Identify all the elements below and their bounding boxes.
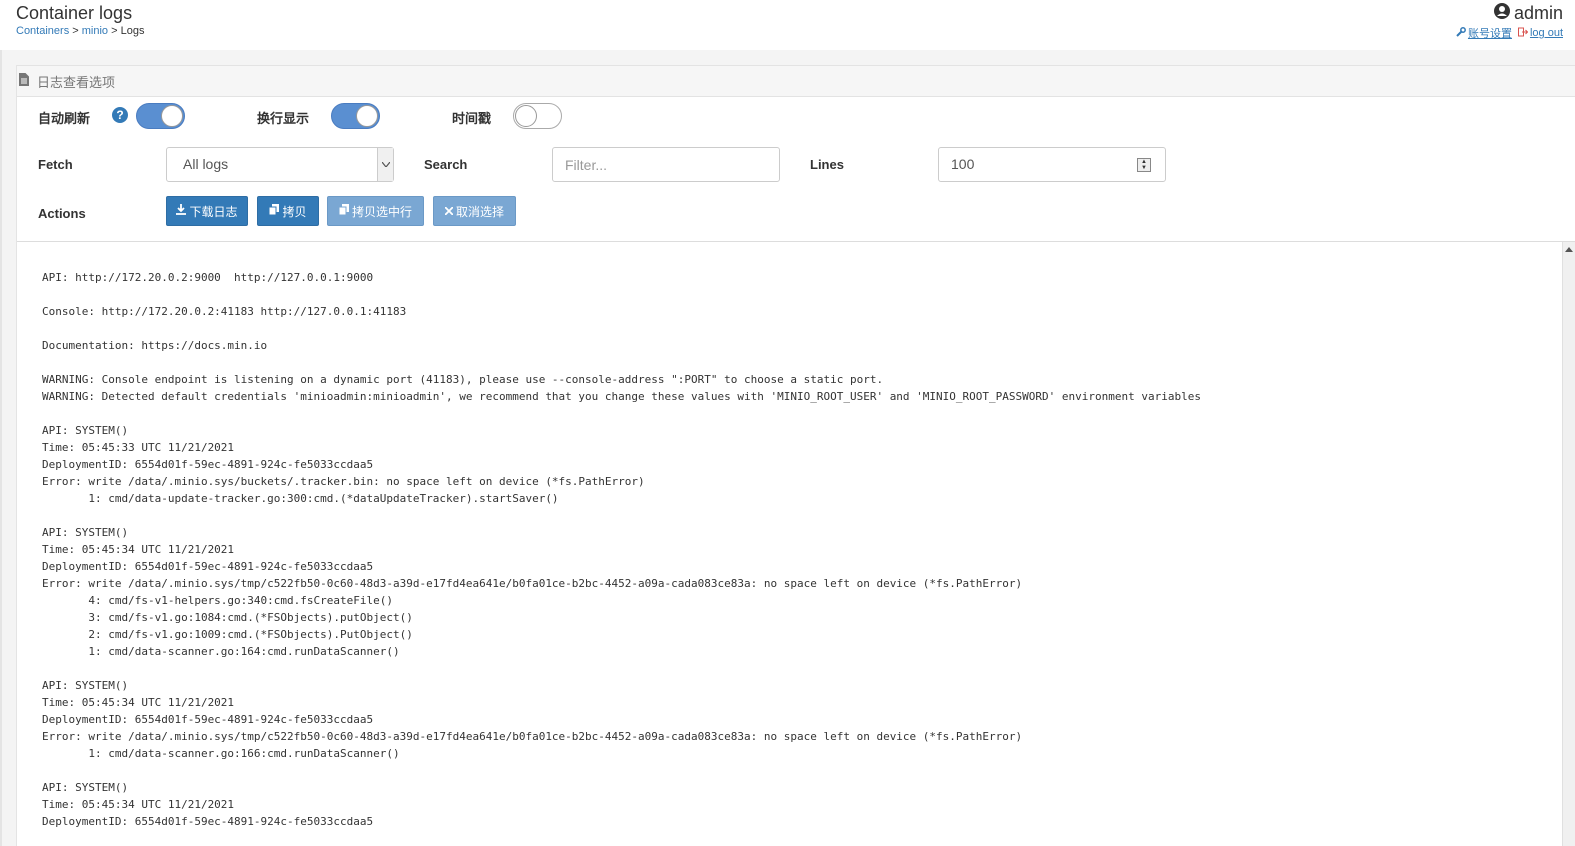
logout-link[interactable]: log out [1517,25,1563,41]
timestamp-toggle[interactable] [513,103,562,129]
account-settings-label: 账号设置 [1467,28,1512,40]
log-line[interactable]: DeploymentID: 6554d01f-59ec-4891-924c-fe… [42,558,1555,575]
toggle-knob [515,105,537,127]
log-line[interactable]: 1: cmd/data-update-tracker.go:300:cmd.(*… [42,490,1555,507]
log-line[interactable] [42,507,1555,524]
spinner-down-icon[interactable]: ▼ [1141,165,1147,171]
number-spinner[interactable]: ▲ ▼ [1137,158,1151,172]
lines-value: 100 [951,156,975,172]
user-name: admin [1513,3,1563,23]
download-logs-button[interactable]: 下载日志 [166,196,248,226]
log-line[interactable]: DeploymentID: 6554d01f-59ec-4891-924c-fe… [42,456,1555,473]
log-line[interactable]: 4: cmd/fs-v1-helpers.go:340:cmd.fsCreate… [42,592,1555,609]
toggle-knob [161,105,183,127]
deselect-button[interactable]: 取消选择 [433,196,516,226]
auto-refresh-label: 自动刷新 [38,111,91,126]
log-line[interactable]: Documentation: https://docs.min.io [42,337,1555,354]
lines-label: Lines [810,157,844,172]
file-icon [19,73,29,89]
log-line[interactable]: Time: 05:45:34 UTC 11/21/2021 [42,694,1555,711]
copy-selected-label: 拷贝选中行 [351,204,412,219]
user-links: 账号设置 log out [1456,25,1563,41]
log-line[interactable]: Error: write /data/.minio.sys/tmp/c522fb… [42,728,1555,745]
user-menu: admin [1493,3,1563,24]
log-line[interactable]: Error: write /data/.minio.sys/buckets/.t… [42,473,1555,490]
log-line[interactable]: Error: write /data/.minio.sys/tmp/c522fb… [42,575,1555,592]
timestamp-label: 时间戳 [452,111,492,126]
log-line[interactable]: API: SYSTEM() [42,677,1555,694]
log-line[interactable] [42,320,1555,337]
log-line[interactable] [42,762,1555,779]
wrench-icon [1456,26,1466,40]
fetch-select-value: All logs [183,156,229,172]
copy-label: 拷贝 [282,204,307,219]
log-line[interactable]: WARNING: Detected default credentials 'm… [42,388,1555,405]
breadcrumb-minio-link[interactable]: minio [82,25,108,37]
log-options-widget: 日志查看选项 自动刷新 ? 换行显示 时间戳 Fetch All logs Se… [16,65,1575,846]
actions-label: Actions [38,206,86,221]
auto-refresh-toggle[interactable] [136,103,185,129]
breadcrumb-containers-link[interactable]: Containers [16,25,69,37]
toggle-knob [356,105,378,127]
log-line[interactable]: API: SYSTEM() [42,779,1555,796]
breadcrumb-separator: > [108,25,121,37]
log-line[interactable]: Time: 05:45:33 UTC 11/21/2021 [42,439,1555,456]
logout-label: log out [1529,27,1563,39]
log-line[interactable]: API: SYSTEM() [42,524,1555,541]
log-output[interactable]: API: http://172.20.0.2:9000 http://127.0… [17,242,1555,846]
log-line[interactable]: DeploymentID: 6554d01f-59ec-4891-924c-fe… [42,813,1555,830]
fetch-label: Fetch [38,157,73,172]
log-line[interactable]: Time: 05:45:34 UTC 11/21/2021 [42,796,1555,813]
log-line[interactable]: API: http://172.20.0.2:9000 http://127.0… [42,269,1555,286]
breadcrumb: Containers > minio > Logs [16,25,144,37]
download-icon [176,204,187,218]
scroll-up-arrow-icon[interactable] [1565,247,1573,252]
log-line[interactable]: Console: http://172.20.0.2:41183 http://… [42,303,1555,320]
question-circle-icon[interactable]: ? [112,107,128,123]
log-line[interactable]: 1: cmd/data-scanner.go:166:cmd.runDataSc… [42,745,1555,762]
page-header: Container logs Containers > minio > Logs… [0,0,1575,50]
breadcrumb-separator: > [69,25,82,37]
log-line[interactable] [42,354,1555,371]
log-line[interactable] [42,405,1555,422]
lines-input[interactable]: 100 ▲ ▼ [938,147,1166,182]
close-icon [444,204,454,218]
fetch-select[interactable]: All logs [166,147,394,182]
log-line[interactable]: API: SYSTEM() [42,422,1555,439]
chevron-down-icon [377,148,393,181]
search-label: Search [424,157,468,172]
log-scrollbar[interactable] [1562,242,1575,846]
page-title: Container logs [16,3,133,23]
log-line[interactable]: Time: 05:45:34 UTC 11/21/2021 [42,541,1555,558]
log-line[interactable]: 3: cmd/fs-v1.go:1084:cmd.(*FSObjects).pu… [42,609,1555,626]
copy-icon [268,204,280,218]
wrap-lines-toggle[interactable] [331,103,380,129]
left-border [0,0,2,846]
download-logs-label: 下载日志 [189,204,238,219]
log-line[interactable] [42,286,1555,303]
copy-selected-button[interactable]: 拷贝选中行 [327,196,424,226]
deselect-label: 取消选择 [455,204,504,219]
user-circle-icon [1493,3,1510,24]
log-line[interactable]: DeploymentID: 6554d01f-59ec-4891-924c-fe… [42,711,1555,728]
sign-out-icon [1517,27,1529,40]
account-settings-link[interactable]: 账号设置 [1456,25,1512,41]
widget-title: 日志查看选项 [37,74,116,90]
search-input[interactable] [552,147,780,182]
widget-header: 日志查看选项 [17,65,1575,97]
log-line[interactable]: 1: cmd/data-scanner.go:164:cmd.runDataSc… [42,643,1555,660]
breadcrumb-current: Logs [120,25,145,37]
copy-button[interactable]: 拷贝 [257,196,319,226]
log-line[interactable] [42,660,1555,677]
wrap-lines-label: 换行显示 [257,111,310,126]
copy-icon [338,204,349,218]
log-line[interactable]: WARNING: Console endpoint is listening o… [42,371,1555,388]
log-line[interactable]: 2: cmd/fs-v1.go:1009:cmd.(*FSObjects).Pu… [42,626,1555,643]
